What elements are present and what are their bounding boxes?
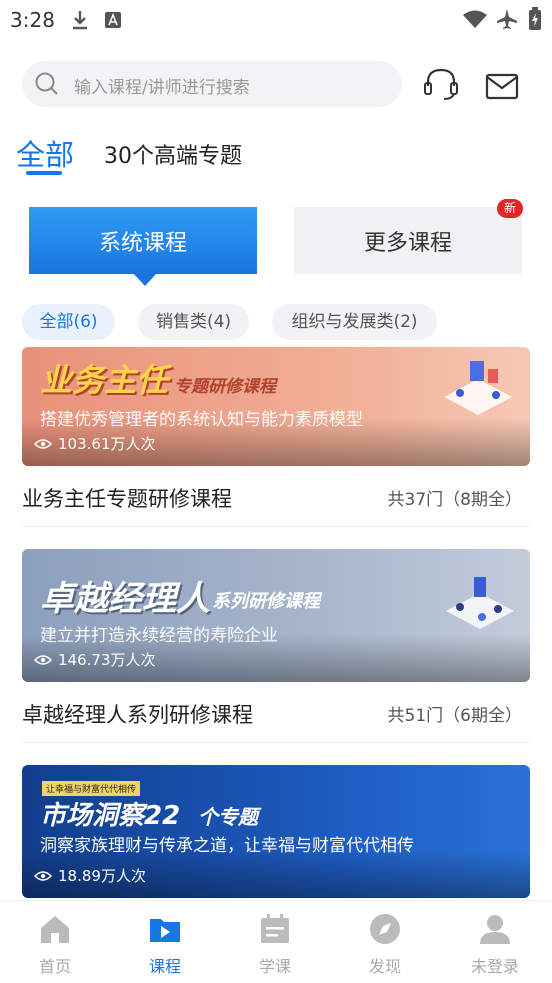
- view-count-text: 103.61万人次: [58, 435, 156, 453]
- chip-sales[interactable]: 销售类(4): [138, 304, 249, 340]
- nav-home[interactable]: 首页: [0, 913, 110, 977]
- new-badge: 新: [497, 199, 523, 218]
- battery-charging-icon: [529, 7, 541, 30]
- topic-count-label: 30个高端专题: [104, 144, 242, 169]
- course-banner: 业务主任 专题研修课程 搭建优秀管理者的系统认知与能力素质模型 103.61万人…: [22, 347, 530, 466]
- more-courses-label: 更多课程: [363, 230, 452, 256]
- nav-course[interactable]: 课程: [110, 913, 220, 977]
- banner-title: 市场洞察22: [40, 801, 181, 831]
- nav-login-label: 未登录: [470, 957, 519, 976]
- status-bar: 3:28: [0, 0, 552, 40]
- nav-home-label: 首页: [38, 957, 71, 976]
- bottom-nav: 首页 课程 学课 发现 未登录: [0, 900, 552, 983]
- course-banner: 卓越经理人 系列研修课程 建立并打造永续经营的寿险企业 146.73万人次: [22, 549, 530, 682]
- banner-illustration: [444, 361, 512, 415]
- system-courses-tab[interactable]: 系统课程: [29, 207, 257, 286]
- view-count: 103.61万人次: [34, 433, 156, 454]
- customer-service-icon[interactable]: [422, 66, 460, 102]
- card-divider: [22, 742, 530, 743]
- wifi-icon: [463, 10, 487, 28]
- course-meta: 共37门（8期全）: [387, 490, 522, 510]
- download-icon: [73, 11, 87, 30]
- banner-title-suffix: 个专题: [198, 805, 258, 829]
- calendar-icon: [261, 914, 289, 943]
- airplane-icon: [497, 9, 517, 29]
- banner-title-suffix: 专题研修课程: [174, 377, 276, 397]
- course-list: 业务主任 专题研修课程 搭建优秀管理者的系统认知与能力素质模型 103.61万人…: [0, 347, 552, 900]
- banner-title: 业务主任: [40, 361, 169, 399]
- chip-org-dev[interactable]: 组织与发展类(2): [272, 304, 437, 340]
- status-time: 3:28: [10, 8, 55, 32]
- mail-icon[interactable]: [485, 73, 519, 101]
- view-count: 146.73万人次: [34, 649, 156, 670]
- nav-discover-label: 发现: [368, 957, 401, 976]
- nav-course-label: 课程: [148, 957, 181, 976]
- course-title: 卓越经理人系列研修课程: [22, 703, 253, 727]
- system-courses-label: 系统课程: [98, 230, 187, 256]
- card-divider: [22, 526, 530, 527]
- banner-title: 卓越经理人: [40, 579, 210, 619]
- user-icon: [480, 915, 510, 944]
- course-card[interactable]: 卓越经理人 系列研修课程 建立并打造永续经营的寿险企业 146.73万人次 卓越…: [22, 549, 530, 743]
- course-banner: 让幸福与财富代代相传 市场洞察22 个专题 洞察家族理财与传承之道，让幸福与财富…: [22, 765, 530, 898]
- eye-icon: [34, 870, 52, 881]
- view-count-text: 146.73万人次: [58, 651, 156, 669]
- home-icon: [41, 916, 69, 943]
- compass-icon: [370, 914, 400, 944]
- search-bar[interactable]: 输入课程/讲师进行搜索: [22, 61, 402, 107]
- eye-icon: [34, 438, 52, 449]
- course-play-icon: [150, 919, 180, 942]
- course-card[interactable]: 业务主任 专题研修课程 搭建优秀管理者的系统认知与能力素质模型 103.61万人…: [22, 347, 530, 527]
- tab-all[interactable]: 全部: [16, 132, 74, 174]
- nav-discover[interactable]: 发现: [330, 913, 440, 977]
- course-card[interactable]: 让幸福与财富代代相传 市场洞察22 个专题 洞察家族理财与传承之道，让幸福与财富…: [22, 765, 530, 898]
- banner-title-suffix: 系列研修课程: [212, 591, 320, 612]
- chip-all[interactable]: 全部(6): [22, 304, 115, 340]
- tab-all-indicator: [26, 171, 62, 175]
- view-count: 18.89万人次: [34, 865, 146, 886]
- course-title: 业务主任专题研修课程: [22, 487, 232, 511]
- banner-tag: 让幸福与财富代代相传: [42, 781, 141, 796]
- active-pointer: [133, 273, 157, 286]
- search-icon: [35, 72, 58, 95]
- nav-study[interactable]: 学课: [220, 913, 330, 977]
- banner-illustration: [446, 577, 514, 629]
- search-placeholder: 输入课程/讲师进行搜索: [74, 78, 250, 98]
- more-courses-tab[interactable]: 更多课程: [294, 207, 522, 274]
- filter-chips: 全部(6) 销售类(4) 组织与发展类(2): [0, 304, 552, 342]
- course-meta: 共51门（6期全）: [387, 706, 522, 726]
- font-app-icon: [105, 12, 121, 28]
- nav-login[interactable]: 未登录: [440, 913, 550, 977]
- eye-icon: [34, 654, 52, 665]
- view-count-text: 18.89万人次: [58, 867, 146, 885]
- nav-study-label: 学课: [258, 957, 291, 976]
